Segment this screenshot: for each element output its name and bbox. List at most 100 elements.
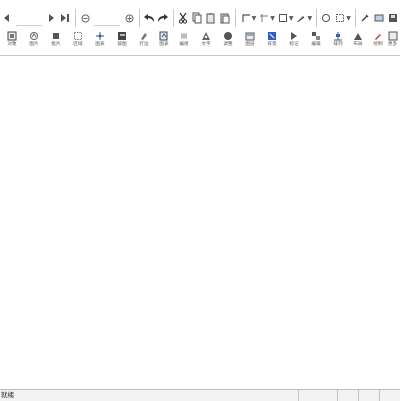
paste-special-icon[interactable]	[219, 10, 231, 26]
draw-icon	[373, 31, 383, 41]
adjust-icon	[223, 31, 233, 41]
shape-group: ▼ ▼ ▼ ▼	[239, 7, 314, 29]
corner-icon[interactable]	[240, 10, 252, 26]
tool-label: 排列	[333, 42, 342, 48]
tool-more[interactable]: 更多	[385, 30, 400, 54]
tool-layer[interactable]: 图层	[239, 30, 261, 54]
tool-edit[interactable]: 编辑	[305, 30, 327, 54]
app-window: { "toolbar_primary": { "buttons": [ {"na…	[0, 0, 400, 400]
background-icon	[267, 31, 277, 41]
tool-graph[interactable]: 图表	[153, 30, 175, 54]
undo-icon[interactable]	[143, 10, 155, 26]
primary-toolbar: ▼ ▼ ▼ ▼ ▼	[0, 6, 400, 30]
pen-icon[interactable]	[295, 10, 307, 26]
next-icon[interactable]	[45, 10, 57, 26]
cut-icon[interactable]	[177, 10, 189, 26]
tool-adjust[interactable]: 调整	[217, 30, 239, 54]
last-icon[interactable]	[59, 10, 71, 26]
tool-label: 背景	[267, 42, 276, 48]
tool-label: 打边	[139, 42, 148, 48]
document-canvas[interactable]	[0, 56, 400, 388]
clipboard-group	[176, 7, 232, 29]
chevron-down-icon[interactable]: ▼	[270, 15, 275, 22]
layer-icon	[245, 31, 255, 41]
tool-label: 文字	[201, 42, 210, 48]
chevron-down-icon[interactable]: ▼	[252, 15, 257, 22]
rectangle-icon[interactable]	[277, 10, 289, 26]
tool-background[interactable]: 背景	[261, 30, 283, 54]
tool-marker[interactable]: 标记	[283, 30, 305, 54]
tool-label: 布局	[353, 42, 362, 48]
view-group: ▼	[319, 7, 352, 29]
chevron-down-icon[interactable]: ▼	[289, 15, 294, 22]
tool-layout[interactable]: 布局	[347, 30, 369, 54]
text-icon	[201, 31, 211, 41]
tool-label: 调整	[223, 42, 232, 48]
line-tool-icon[interactable]	[258, 10, 270, 26]
tool-label: 裁图	[117, 42, 126, 48]
picture-icon	[29, 31, 39, 41]
tools-icon[interactable]	[359, 10, 371, 26]
marker-icon	[289, 31, 299, 41]
zoom-group	[78, 7, 136, 29]
tool-region[interactable]: 区域	[67, 30, 89, 54]
tool-picture[interactable]: 图片	[23, 30, 45, 54]
tool-label: 编组	[179, 42, 188, 48]
chevron-down-icon[interactable]: ▼	[307, 15, 312, 22]
frame-icon	[51, 31, 61, 41]
graph-icon	[159, 31, 169, 41]
hand-icon[interactable]	[320, 10, 332, 26]
secondary-toolbar: 对象 图片 框片 区域 图表 裁图 打边 图表 编组 文字 调整 图层	[0, 30, 400, 54]
chart-icon	[95, 31, 105, 41]
zoom-out-icon[interactable]	[79, 10, 91, 26]
status-cell	[337, 390, 359, 401]
crop-icon	[117, 31, 127, 41]
tool-chart[interactable]: 图表	[89, 30, 111, 54]
tool-label: 图片	[29, 42, 38, 48]
tool-border[interactable]: 打边	[133, 30, 155, 54]
status-cell	[298, 390, 338, 401]
chevron-down-icon[interactable]: ▼	[346, 15, 351, 22]
tool-label: 更多	[388, 42, 397, 48]
tool-label: 图表	[95, 42, 104, 48]
tool-label: 编辑	[311, 42, 320, 48]
tool-text[interactable]: 文字	[195, 30, 217, 54]
tool-group[interactable]: 编组	[173, 30, 195, 54]
utility-group	[358, 7, 400, 29]
copy-icon[interactable]	[191, 10, 203, 26]
layout-icon	[353, 31, 363, 41]
more-icon	[388, 31, 398, 41]
tool-crop[interactable]: 裁图	[111, 30, 133, 54]
tool-label: 标记	[289, 42, 298, 48]
page-combo[interactable]	[16, 11, 42, 26]
object-icon	[7, 31, 17, 41]
status-text: 就绪	[1, 391, 14, 400]
tool-label: 绘制	[373, 42, 382, 48]
navigation-group	[0, 7, 72, 29]
tool-arrange[interactable]: 排列	[327, 30, 349, 54]
history-group	[142, 7, 170, 29]
image-icon[interactable]	[373, 10, 385, 26]
region-icon	[73, 31, 83, 41]
group-icon	[179, 31, 189, 41]
border-icon	[139, 31, 149, 41]
tool-label: 区域	[73, 42, 82, 48]
prev-icon[interactable]	[1, 10, 13, 26]
tool-label: 对象	[7, 42, 16, 48]
arrange-icon	[333, 31, 343, 41]
redo-icon[interactable]	[157, 10, 169, 26]
status-cell	[379, 390, 400, 401]
save-icon[interactable]	[387, 10, 399, 26]
zoom-in-icon[interactable]	[123, 10, 135, 26]
tool-label: 图表	[159, 42, 168, 48]
edit-icon	[311, 31, 321, 41]
selection-icon[interactable]	[334, 10, 346, 26]
zoom-combo[interactable]	[94, 11, 120, 26]
paste-icon[interactable]	[205, 10, 217, 26]
status-cell	[358, 390, 380, 401]
tool-label: 图层	[245, 42, 254, 48]
tool-object[interactable]: 对象	[1, 30, 23, 54]
tool-frame[interactable]: 框片	[45, 30, 67, 54]
tool-label: 框片	[51, 42, 60, 48]
status-bar: 就绪	[0, 389, 400, 401]
